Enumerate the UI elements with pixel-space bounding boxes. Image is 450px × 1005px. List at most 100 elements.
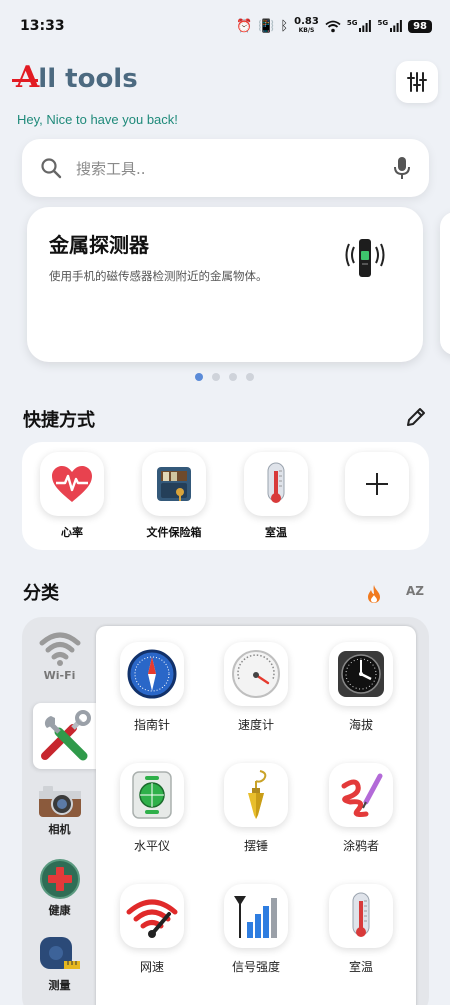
carousel-pagination [195,373,254,381]
tool-speedometer[interactable]: 速度计 [203,642,309,733]
doodle-icon [341,773,383,817]
microphone-icon[interactable] [393,156,411,180]
status-time: 13:33 [20,18,65,34]
pagination-dot[interactable] [212,373,220,381]
plus-icon [366,473,388,495]
shortcut-room-temp[interactable]: 室温 [226,452,326,540]
categories-title: 分类 [23,583,59,604]
category-tools[interactable] [33,703,97,769]
thermometer-icon [352,892,370,937]
metal-detector-icon [345,239,385,277]
signal-2-icon [390,20,402,32]
shortcuts-panel: 心率 文件保险箱 室温 [22,442,429,550]
app-title-text: ll tools [38,64,138,94]
battery-indicator: 98 [408,19,432,33]
edit-icon[interactable] [404,405,428,429]
speedometer-icon [232,650,280,698]
category-label: 健康 [48,904,71,917]
plumb-bob-icon [248,770,267,819]
tool-label: 网速 [139,960,164,974]
tool-room-temp[interactable]: 室温 [308,884,414,975]
vibrate-icon: 📳 [258,18,275,34]
tool-label: 海拔 [348,718,373,732]
search-input[interactable]: 搜索工具.. [76,158,393,179]
tool-tile [120,884,184,948]
bluetooth-icon: ᛒ [280,18,289,34]
status-bar: 13:33 ⏰ 📳 ᛒ 0.83 KB/S 5G 5G 98 [0,0,450,52]
featured-tool-card[interactable]: 金属探测器 使用手机的磁传感器检测附近的金属物体。 [27,207,423,362]
heart-rate-icon [52,466,92,502]
shortcut-label: 室温 [265,526,287,539]
shortcut-tile [142,452,206,516]
thermometer-icon [267,462,285,503]
pagination-dot[interactable] [246,373,254,381]
welcome-subtitle: Hey, Nice to have you back! [17,112,178,127]
shortcuts-title: 快捷方式 [23,410,95,431]
tool-tile [329,642,393,706]
shortcut-tile [40,452,104,516]
tool-altitude[interactable]: 海拔 [308,642,414,733]
tool-label: 指南针 [133,718,170,732]
pagination-dot[interactable] [229,373,237,381]
tool-net-speed[interactable]: 网速 [99,884,205,975]
signal-1-label: 5G [346,19,358,27]
file-vault-icon [157,467,191,501]
signal-2-label: 5G [377,19,389,27]
shortcut-tile [345,452,409,516]
alarm-icon: ⏰ [235,18,253,34]
tool-label: 信号强度 [231,960,280,974]
settings-button[interactable] [396,61,438,103]
camera-icon [38,786,81,817]
tool-label: 速度计 [237,718,274,732]
shortcut-file-vault[interactable]: 文件保险箱 [124,452,224,540]
search-icon [41,158,62,179]
wifi-status-icon [325,20,341,32]
next-card-preview[interactable] [440,212,450,355]
category-health[interactable]: 健康 [22,858,97,918]
tape-measure-icon [39,937,80,969]
tool-tile [329,884,393,948]
tool-tile [224,884,288,948]
health-icon [39,859,80,899]
tool-compass[interactable]: 指南针 [99,642,205,733]
category-label: 测量 [48,979,71,992]
tool-level[interactable]: 水平仪 [99,763,205,854]
tool-doodle[interactable]: 涂鸦者 [308,763,414,854]
fire-icon[interactable] [365,584,383,604]
network-speed-unit: KB/S [298,27,315,34]
altimeter-icon [338,651,384,697]
app-title: A ll tools [11,60,138,95]
pagination-dot[interactable] [195,373,203,381]
sliders-icon [407,72,427,92]
tools-grid: 指南针 速度计 海拔 水平仪 摆锤 涂鸦者 网速 信号强度 室温 [96,626,416,1005]
tool-tile [120,763,184,827]
network-speed-value: 0.83 [294,16,319,27]
compass-icon [127,649,177,699]
tools-icon [41,710,91,761]
tool-label: 涂鸦者 [342,839,379,853]
category-measure[interactable]: 测量 [22,935,97,993]
category-label: 相机 [48,823,71,836]
shortcut-tile [244,452,308,516]
category-camera[interactable]: 相机 [22,783,97,837]
shortcut-label: 心率 [61,526,83,539]
net-speed-icon [126,899,178,938]
category-wifi[interactable]: Wi-Fi [22,627,97,682]
tool-label: 摆锤 [243,839,268,853]
shortcut-heart-rate[interactable]: 心率 [22,452,122,540]
tool-tile [224,763,288,827]
app-logo-letter: A [11,60,39,95]
add-shortcut-button[interactable] [327,452,427,516]
tool-pendulum[interactable]: 摆锤 [203,763,309,854]
sort-az-icon[interactable]: AZ [406,584,424,598]
categories-panel: Wi-Fi 相机 健康 测量 指南针 速度计 海拔 水平仪 摆锤 涂鸦者 网速 … [22,617,429,1005]
category-sidebar: Wi-Fi 相机 健康 测量 [22,617,97,1005]
tool-signal-strength[interactable]: 信号强度 [203,884,309,975]
network-speed: 0.83 KB/S [294,17,319,35]
signal-1-icon [359,20,372,32]
tool-tile [224,642,288,706]
search-bar[interactable]: 搜索工具.. [22,139,429,197]
wifi-icon [39,632,80,666]
status-icons: ⏰ 📳 ᛒ 0.83 KB/S 5G 5G 98 [236,17,432,35]
tool-label: 室温 [348,960,373,974]
